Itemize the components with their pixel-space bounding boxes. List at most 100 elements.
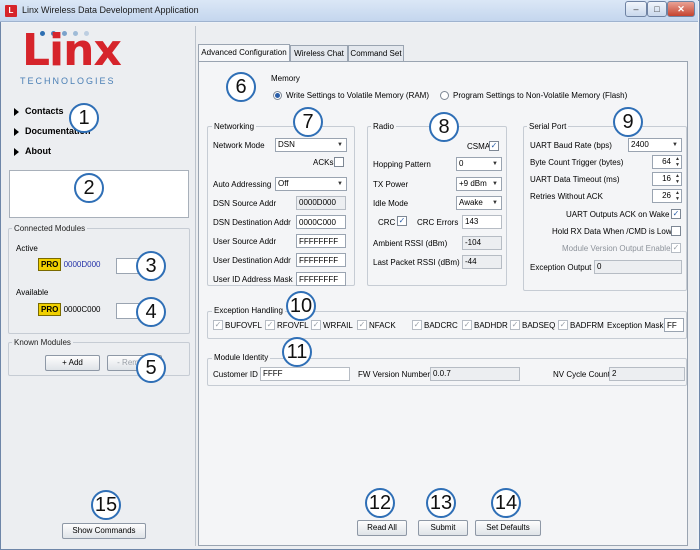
fw-version-field: 0.0.7 xyxy=(430,367,520,381)
baud-rate-select[interactable]: 2400 xyxy=(628,138,682,152)
available-module[interactable]: PRO 0000C000 xyxy=(38,303,101,316)
module-identity-title: Module Identity xyxy=(212,353,271,362)
idle-mode-select[interactable]: Awake xyxy=(456,196,502,210)
minimize-button[interactable]: – xyxy=(625,1,647,17)
nv-cycle-label: NV Cycle Count xyxy=(553,370,610,379)
callout-7: 7 xyxy=(293,107,323,137)
bufovfl-checkbox[interactable]: ✓ xyxy=(213,320,223,330)
expand-arrow-icon xyxy=(14,127,19,136)
hopping-select[interactable]: 0 xyxy=(456,157,502,171)
networking-title: Networking xyxy=(212,122,257,131)
dsn-dest-field[interactable]: 0000C000 xyxy=(296,215,346,229)
user-source-label: User Source Addr xyxy=(213,237,277,246)
wrfail-checkbox[interactable]: ✓ xyxy=(311,320,321,330)
memory-ram-option[interactable] xyxy=(273,91,282,102)
auto-addressing-label: Auto Addressing xyxy=(213,180,272,189)
expand-arrow-icon xyxy=(14,147,19,156)
tab-command-set[interactable]: Command Set xyxy=(348,45,404,61)
pro-badge: PRO xyxy=(38,303,62,316)
user-mask-field[interactable]: FFFFFFFF xyxy=(296,272,346,286)
nav-about-label: About xyxy=(25,146,51,156)
callout-12: 12 xyxy=(365,488,395,518)
tx-power-label: TX Power xyxy=(373,180,409,189)
exception-mask-field[interactable]: FF xyxy=(664,318,684,332)
close-button[interactable]: ✕ xyxy=(667,1,695,17)
fw-version-label: FW Version Number xyxy=(358,370,431,379)
retries-label: Retries Without ACK xyxy=(530,192,603,201)
retries-stepper[interactable]: 26 xyxy=(652,189,682,203)
timeout-label: UART Data Timeout (ms) xyxy=(530,175,620,184)
callout-10: 10 xyxy=(286,291,316,321)
memory-flash-label: Program Settings to Non-Volatile Memory … xyxy=(453,91,628,100)
known-modules-title: Known Modules xyxy=(12,338,73,347)
exception-mask-label: Exception Mask xyxy=(607,321,664,330)
auto-addressing-select[interactable]: Off xyxy=(275,177,347,191)
user-dest-field[interactable]: FFFFFFFF xyxy=(296,253,346,267)
hold-rx-checkbox[interactable] xyxy=(671,226,681,236)
user-source-field[interactable]: FFFFFFFF xyxy=(296,234,346,248)
submit-button[interactable]: Submit xyxy=(418,520,468,536)
exception-output-field: 0 xyxy=(594,260,682,274)
user-dest-label: User Destination Addr xyxy=(213,256,291,265)
ack-wake-checkbox[interactable]: ✓ xyxy=(671,209,681,219)
acks-label: ACKs xyxy=(313,158,334,167)
tab-advanced-configuration[interactable]: Advanced Configuration xyxy=(198,44,290,61)
nav-contacts[interactable]: Contacts xyxy=(14,106,64,116)
bufovfl-label: BUFOVFL xyxy=(225,321,262,330)
nav-contacts-label: Contacts xyxy=(25,106,64,116)
badcrc-label: BADCRC xyxy=(424,321,458,330)
callout-2: 2 xyxy=(74,173,104,203)
set-defaults-button[interactable]: Set Defaults xyxy=(475,520,541,536)
radio-selected-icon xyxy=(273,91,282,100)
expand-arrow-icon xyxy=(14,107,19,116)
timeout-stepper[interactable]: 16 xyxy=(652,172,682,186)
crc-errors-field: 143 xyxy=(462,215,502,229)
panel-divider xyxy=(195,26,196,546)
crc-checkbox[interactable]: ✓ xyxy=(397,216,407,226)
nav-about[interactable]: About xyxy=(14,146,51,156)
tab-wireless-chat[interactable]: Wireless Chat xyxy=(290,45,348,61)
tx-power-select[interactable]: +9 dBm xyxy=(456,177,502,191)
last-rssi-field: -44 xyxy=(462,255,502,269)
exception-handling-title: Exception Handling xyxy=(212,306,285,315)
version-output-checkbox[interactable]: ✓ xyxy=(671,243,681,253)
nfack-checkbox[interactable]: ✓ xyxy=(357,320,367,330)
show-commands-button[interactable]: Show Commands xyxy=(62,523,146,539)
callout-14: 14 xyxy=(491,488,521,518)
wrfail-label: WRFAIL xyxy=(323,321,353,330)
active-label: Active xyxy=(16,244,38,253)
badcrc-checkbox[interactable]: ✓ xyxy=(412,320,422,330)
badfrm-checkbox[interactable]: ✓ xyxy=(558,320,568,330)
callout-13: 13 xyxy=(426,488,456,518)
exception-output-label: Exception Output xyxy=(530,263,592,272)
byte-count-stepper[interactable]: 64 xyxy=(652,155,682,169)
add-module-button[interactable]: + Add xyxy=(45,355,100,371)
csma-checkbox[interactable]: ✓ xyxy=(489,141,499,151)
active-module[interactable]: PRO 0000D000 xyxy=(38,258,101,271)
network-mode-select[interactable]: DSN xyxy=(275,138,347,152)
maximize-button[interactable]: □ xyxy=(647,1,667,17)
callout-6: 6 xyxy=(226,72,256,102)
linx-logo-subtitle: TECHNOLOGIES xyxy=(20,76,116,86)
read-all-button[interactable]: Read All xyxy=(357,520,407,536)
crc-label: CRC xyxy=(378,218,396,227)
rfovfl-checkbox[interactable]: ✓ xyxy=(265,320,275,330)
badfrm-label: BADFRM xyxy=(570,321,604,330)
callout-9: 9 xyxy=(613,107,643,137)
network-mode-label: Network Mode xyxy=(213,141,265,150)
memory-flash-option[interactable] xyxy=(440,91,449,102)
linx-logo: Linx xyxy=(22,25,122,76)
dsn-dest-label: DSN Destination Addr xyxy=(213,218,291,227)
badhdr-checkbox[interactable]: ✓ xyxy=(462,320,472,330)
pro-badge: PRO xyxy=(38,258,62,271)
baud-rate-label: UART Baud Rate (bps) xyxy=(530,141,612,150)
callout-8: 8 xyxy=(429,112,459,142)
ack-wake-label: UART Outputs ACK on Wake xyxy=(566,210,670,219)
callout-15: 15 xyxy=(91,490,121,520)
available-module-address: 0000C000 xyxy=(63,305,101,314)
last-rssi-label: Last Packet RSSI (dBm) xyxy=(373,258,460,267)
badseq-checkbox[interactable]: ✓ xyxy=(510,320,520,330)
customer-id-field[interactable]: FFFF xyxy=(260,367,350,381)
serial-port-title: Serial Port xyxy=(527,122,569,131)
acks-checkbox[interactable] xyxy=(334,157,344,167)
